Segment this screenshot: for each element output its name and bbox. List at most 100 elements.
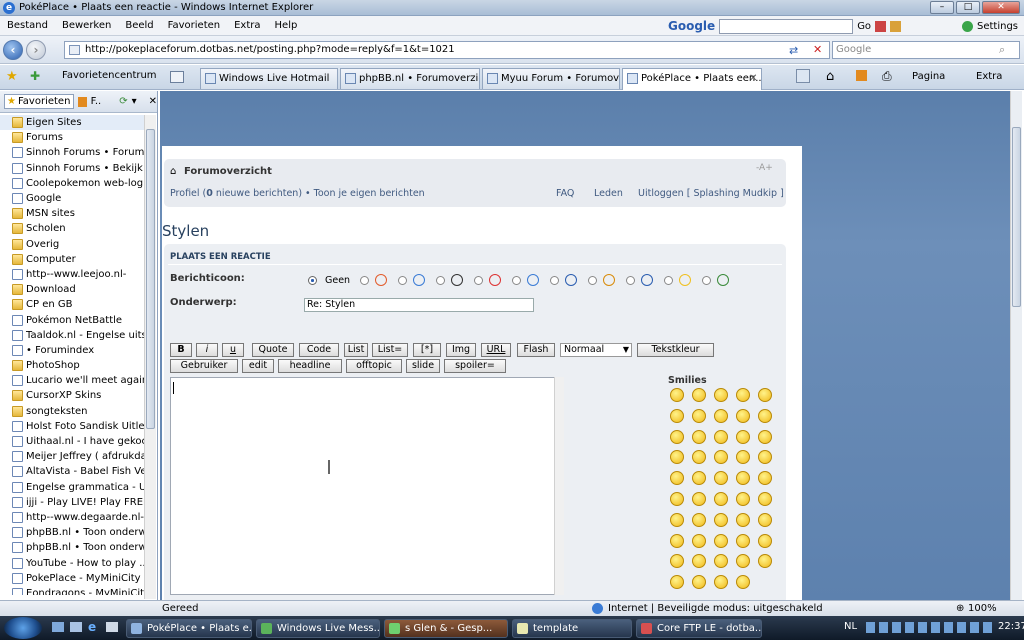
extra-menu[interactable]: Extra — [976, 71, 1002, 82]
members-link[interactable]: Leden — [594, 188, 623, 199]
menu-favorieten[interactable]: Favorieten — [161, 20, 227, 31]
textarea-scrollbar[interactable] — [554, 377, 564, 595]
icon-radio-radioactive[interactable] — [436, 276, 445, 285]
smiley-icon[interactable] — [714, 388, 728, 402]
custom-bbcode-button-1[interactable]: edit — [242, 359, 274, 373]
favorite-item[interactable]: Lucario we'll meet again — [0, 373, 144, 388]
menu-beeld[interactable]: Beeld — [118, 20, 160, 31]
bbcode-button-9[interactable]: URL — [481, 343, 511, 357]
faq-link[interactable]: FAQ — [556, 188, 574, 199]
favorite-item[interactable]: Sinnoh Forums • Bekijk ... — [0, 161, 144, 176]
google-toolbar-search[interactable] — [719, 18, 854, 34]
favorite-item[interactable]: phpBB.nl • Toon onderw... — [0, 540, 144, 555]
smiley-icon[interactable] — [758, 408, 772, 423]
smiley-icon[interactable] — [692, 388, 706, 402]
favorite-item[interactable]: http--www.leejoo.nl- — [0, 267, 144, 282]
favorite-item[interactable]: Uithaal.nl - I have gekoc... — [0, 434, 144, 449]
tab-pokeplace[interactable]: PokéPlace • Plaats een... ✕ — [622, 68, 762, 90]
favorite-item[interactable]: Engelse grammatica - Ui... — [0, 480, 144, 495]
smiley-icon[interactable] — [670, 408, 684, 423]
custom-bbcode-button-5[interactable]: spoiler= — [444, 359, 506, 373]
favorite-item[interactable]: Computer — [0, 252, 144, 267]
print-icon[interactable]: ⎙ — [882, 69, 892, 84]
sidebar-close-icon[interactable]: ✕ — [149, 96, 157, 107]
switch-windows-icon[interactable] — [70, 622, 82, 632]
favorite-item[interactable]: phpBB.nl • Toon onderw... — [0, 525, 144, 540]
maximize-button[interactable]: □ — [956, 1, 980, 14]
icon-radio-info[interactable] — [626, 276, 635, 285]
smiley-icon[interactable] — [736, 533, 750, 548]
smiley-icon[interactable] — [758, 471, 772, 486]
smiley-icon[interactable] — [670, 554, 684, 569]
smiley-icon[interactable] — [736, 554, 750, 569]
favorite-item[interactable]: Eondragons - MyMiniCity — [0, 586, 144, 595]
close-window-button[interactable]: ✕ — [982, 1, 1020, 14]
tab-phpbb[interactable]: phpBB.nl • Forumoverzicht — [340, 68, 480, 89]
favorite-item[interactable]: http--www.degaarde.nl-... — [0, 510, 144, 525]
smiley-icon[interactable] — [714, 408, 728, 423]
logout-link[interactable]: Uitloggen [ Splashing Mudkip ] — [638, 188, 784, 199]
smiley-icon[interactable] — [692, 408, 706, 423]
icon-radio-speech[interactable] — [512, 276, 521, 285]
minimize-button[interactable]: – — [930, 1, 954, 14]
bbcode-button-8[interactable]: Img — [446, 343, 476, 357]
custom-bbcode-button-2[interactable]: headline — [278, 359, 342, 373]
icon-radio-fire[interactable] — [360, 276, 369, 285]
bbcode-button-7[interactable]: [*] — [413, 343, 441, 357]
custom-bbcode-button-3[interactable]: offtopic — [346, 359, 402, 373]
favorite-item[interactable]: Coolepokemon web-log — [0, 176, 144, 191]
smiley-icon[interactable] — [758, 554, 772, 569]
text-color-button[interactable]: Tekstkleur — [637, 343, 714, 357]
smiley-icon[interactable] — [758, 533, 772, 548]
subject-input[interactable]: Re: Stylen — [304, 298, 534, 312]
favorite-item[interactable]: Scholen — [0, 221, 144, 236]
address-field[interactable]: http://pokeplaceforum.dotbas.net/posting… — [64, 41, 830, 59]
smiley-icon[interactable] — [670, 429, 684, 444]
icon-radio-heart[interactable] — [474, 276, 483, 285]
sidebar-scrollbar[interactable] — [144, 115, 156, 599]
stop-icon[interactable]: ✕ — [813, 42, 822, 58]
popup-blocker-icon[interactable] — [875, 20, 887, 32]
search-input[interactable]: Google ⌕ — [832, 41, 1020, 59]
smiley-icon[interactable] — [736, 450, 750, 465]
start-button[interactable] — [4, 617, 42, 639]
favorites-tab[interactable]: ★ Favorieten — [4, 94, 75, 109]
close-tab-icon[interactable]: ✕ — [749, 69, 757, 88]
icon-radio-smile-green[interactable] — [702, 276, 711, 285]
refresh-icon[interactable]: ⇄ — [789, 43, 798, 59]
smiley-icon[interactable] — [670, 533, 684, 548]
favorite-item[interactable]: MSN sites — [0, 206, 144, 221]
history-icon[interactable]: ⟳ — [119, 96, 127, 107]
favorite-item[interactable]: PhotoShop — [0, 358, 144, 373]
smiley-icon[interactable] — [692, 512, 706, 527]
smiley-icon[interactable] — [692, 533, 706, 548]
task-messenger[interactable]: Windows Live Mess... — [256, 619, 380, 638]
favorite-item[interactable]: Download — [0, 282, 144, 297]
page-menu[interactable]: Pagina — [912, 71, 945, 82]
sidebar-scroll-thumb[interactable] — [146, 129, 155, 429]
smiley-icon[interactable] — [758, 388, 772, 402]
smiley-icon[interactable] — [758, 450, 772, 465]
favorite-item[interactable]: Overig — [0, 237, 144, 252]
smiley-icon[interactable] — [736, 429, 750, 444]
bbcode-button-1[interactable]: i — [196, 343, 218, 357]
task-conversation[interactable]: s Glen & - Gesp... — [384, 619, 508, 638]
smiley-icon[interactable] — [692, 554, 706, 569]
smiley-icon[interactable] — [758, 512, 772, 527]
forum-overview-link[interactable]: Forumoverzicht — [184, 166, 272, 177]
menu-help[interactable]: Help — [268, 20, 305, 31]
forward-button[interactable]: › — [26, 40, 46, 60]
custom-bbcode-button-0[interactable]: Gebruiker — [170, 359, 238, 373]
bookmark-icon[interactable] — [890, 20, 902, 32]
smiley-icon[interactable] — [670, 575, 684, 590]
smiley-icon[interactable] — [736, 408, 750, 423]
smiley-icon[interactable] — [736, 492, 750, 506]
font-size-control[interactable]: -A+ — [756, 163, 773, 173]
settings-label[interactable]: Settings — [977, 21, 1018, 32]
bbcode-button-2[interactable]: u — [222, 343, 244, 357]
smiley-icon[interactable] — [670, 492, 684, 506]
custom-bbcode-button-4[interactable]: slide — [406, 359, 440, 373]
favorite-item[interactable]: Holst Foto Sandisk Uitle... — [0, 419, 144, 434]
smiley-icon[interactable] — [736, 512, 750, 527]
bbcode-button-6[interactable]: List= — [372, 343, 408, 357]
